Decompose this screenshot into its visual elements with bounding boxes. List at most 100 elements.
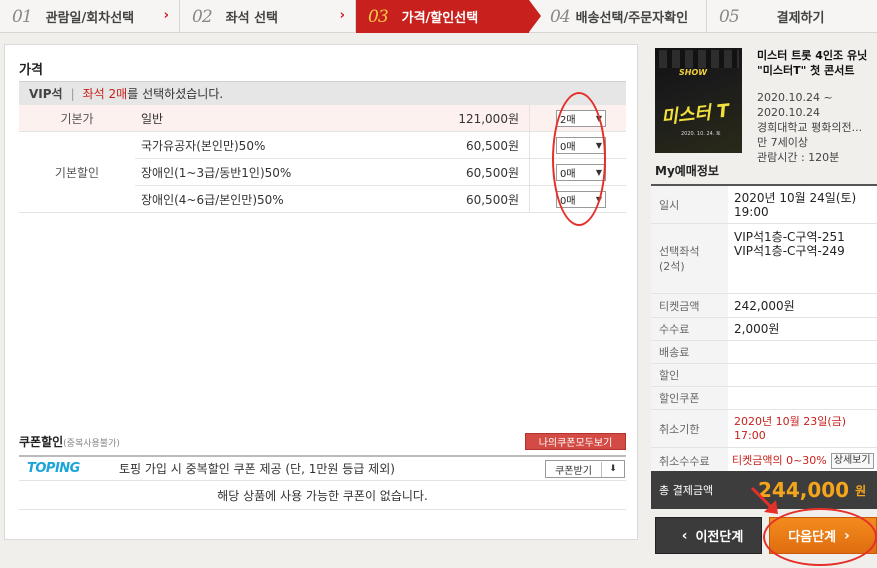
step-3-active[interactable]: 03 가격/할인선택	[356, 0, 541, 33]
info-label: 수수료	[651, 318, 728, 340]
qty-value: 0매	[560, 195, 576, 207]
price-section-title: 가격	[19, 63, 43, 78]
seat-2: VIP석1층-C구역-249	[734, 244, 845, 258]
price-name: 장애인(4~6급/본인만)50%	[141, 192, 284, 207]
step-2-number: 02	[192, 6, 213, 27]
table-row: 기본가 일반 121,000원 2매 ▼	[19, 104, 626, 132]
table-row: 국가유공자(본인만)50% 60,500원 0매 ▼	[135, 131, 626, 159]
view-my-coupons-button[interactable]: 나의쿠폰모두보기	[525, 433, 626, 450]
info-row-ticket: 티켓금액 242,000원	[651, 294, 877, 318]
chevron-right-icon: ›	[339, 8, 345, 23]
step-4[interactable]: 04 배송선택/주문자확인	[530, 0, 707, 33]
show-info: 2020.10.24 ~ 2020.10.24 경희대학교 평화의전... 만 …	[757, 90, 877, 165]
info-label: 할인쿠폰	[651, 387, 728, 409]
qty-value: 0매	[560, 141, 576, 153]
my-booking-title: My예매정보	[655, 164, 719, 178]
chevron-down-icon: ▼	[595, 194, 602, 204]
show-title-line1: 미스터 트롯 4인조 유닛	[757, 49, 868, 62]
chevron-right-icon: ›	[844, 527, 850, 544]
selected-seat-message: 를 선택하셨습니다.	[127, 87, 224, 101]
divider: |	[70, 86, 75, 101]
seat-label: 선택좌석	[659, 244, 700, 258]
info-label: 티켓금액	[651, 294, 728, 317]
show-poster: SHOW 미스터 T 2020. 10. 24. 토	[655, 48, 742, 153]
info-row-coupon: 할인쿠폰	[651, 387, 877, 410]
info-row-discount: 할인	[651, 364, 877, 387]
show-runtime: 관람시간 : 120분	[757, 151, 840, 164]
chevron-right-icon: ›	[163, 8, 169, 23]
show-date-end: 2020.10.24	[757, 106, 820, 119]
chevron-left-icon: ‹	[681, 527, 688, 544]
qty-select-disabled-4-6[interactable]: 0매 ▼	[556, 190, 606, 208]
download-icon: ⬇	[609, 464, 617, 474]
step-4-number: 04	[550, 6, 571, 27]
seat-count-label: (2석)	[659, 259, 685, 273]
discount-rows: 국가유공자(본인만)50% 60,500원 0매 ▼ 장애인(1~3급/동반1인…	[135, 131, 626, 213]
next-step-label: 다음단계	[788, 530, 837, 545]
step-3-label: 가격/할인선택	[401, 11, 479, 26]
info-label: 취소기한	[651, 410, 728, 447]
info-value	[728, 387, 877, 409]
info-value: VIP석1층-C구역-251 VIP석1층-C구역-249	[728, 224, 877, 293]
prev-step-button[interactable]: ‹ 이전단계	[655, 517, 762, 554]
cancel-deadline-date: 2020년 10월 23일(금)	[734, 414, 847, 428]
cancel-deadline-time: 17:00	[734, 428, 766, 442]
qty-select-veteran[interactable]: 0매 ▼	[556, 136, 606, 154]
total-unit: 원	[855, 483, 867, 498]
price-amount: 60,500원	[465, 192, 519, 207]
step-5[interactable]: 05 결제하기	[707, 0, 877, 33]
show-venue: 경희대학교 평화의전...	[757, 121, 863, 134]
step-navigation: 01 관람일/회차선택 › 02 좌석 선택 › 03 가격/할인선택 04 배…	[0, 0, 877, 33]
total-payment: 총 결제금액 244,000 원	[651, 471, 877, 509]
info-value: 2020년 10월 24일(토) 19:00	[728, 186, 877, 223]
cancel-fee-detail-button[interactable]: 상세보기	[830, 452, 874, 469]
seat-grade-bar: VIP석 | 좌석 2매 를 선택하셨습니다.	[19, 81, 626, 105]
qty-select-general[interactable]: 2매 ▼	[556, 109, 606, 127]
step-4-label: 배송선택/주문자확인	[575, 11, 689, 26]
total-label: 총 결제금액	[659, 484, 714, 497]
coupon-title: 쿠폰할인	[19, 435, 64, 449]
info-value	[728, 341, 877, 363]
info-value: 2,000원	[734, 322, 780, 336]
qty-cell: 0매 ▼	[529, 158, 626, 186]
poster-show-text: SHOW	[679, 68, 708, 77]
info-row-delivery: 배송료	[651, 341, 877, 364]
qty-select-disabled-1-3[interactable]: 0매 ▼	[556, 163, 606, 181]
step-1-number: 01	[12, 6, 33, 27]
price-amount: 60,500원	[465, 165, 519, 180]
info-row-cancel-deadline: 취소기한 2020년 10월 23일(금) 17:00	[651, 410, 877, 448]
seat-1: VIP석1층-C구역-251	[734, 230, 845, 244]
step-2-label: 좌석 선택	[225, 11, 279, 26]
price-panel: 가격 VIP석 | 좌석 2매 를 선택하셨습니다. 기본가 일반 121,00…	[4, 44, 638, 540]
table-row: 장애인(1~3급/동반1인)50% 60,500원 0매 ▼	[135, 158, 626, 186]
coupon-section-title: 쿠폰할인(중복사용불가)	[19, 433, 120, 450]
poster-title: 미스터 T	[660, 100, 731, 129]
poster-date: 2020. 10. 24. 토	[681, 131, 721, 137]
next-step-button[interactable]: 다음단계 ›	[769, 517, 877, 554]
poster-figures	[659, 50, 739, 68]
qty-cell: 0매 ▼	[529, 185, 626, 213]
date-value: 2020년 10월 24일(토)	[734, 190, 857, 205]
chevron-down-icon: ▼	[595, 167, 602, 177]
info-label: 일시	[651, 186, 728, 223]
step-3-number: 03	[368, 6, 389, 27]
info-value: 티켓금액의 0~30% 상세보기	[728, 448, 877, 473]
qty-cell: 0매 ▼	[529, 131, 626, 159]
qty-value: 0매	[560, 168, 576, 180]
step-5-number: 05	[719, 6, 740, 27]
step-1[interactable]: 01 관람일/회차선택 ›	[0, 0, 180, 33]
step-2[interactable]: 02 좌석 선택 ›	[180, 0, 356, 33]
price-name: 일반	[141, 111, 164, 126]
step-1-label: 관람일/회차선택	[45, 11, 135, 26]
coupon-description: 토핑 가입 시 중복할인 쿠폰 제공 (단, 1만원 등급 제외)	[119, 462, 395, 476]
info-value: 2020년 10월 23일(금) 17:00	[728, 410, 877, 447]
info-row-seats: 선택좌석 (2석) VIP석1층-C구역-251 VIP석1층-C구역-249	[651, 224, 877, 294]
my-booking-table: 일시 2020년 10월 24일(토) 19:00 선택좌석 (2석) VIP석…	[651, 184, 877, 474]
step-5-label: 결제하기	[776, 11, 825, 26]
price-name: 국가유공자(본인만)50%	[141, 138, 266, 153]
price-amount: 60,500원	[465, 138, 519, 153]
info-row-fee: 수수료 2,000원	[651, 318, 877, 341]
prev-step-label: 이전단계	[695, 530, 744, 545]
get-coupon-button[interactable]: 쿠폰받기 ⬇	[545, 460, 625, 478]
qty-cell: 2매 ▼	[529, 104, 626, 132]
